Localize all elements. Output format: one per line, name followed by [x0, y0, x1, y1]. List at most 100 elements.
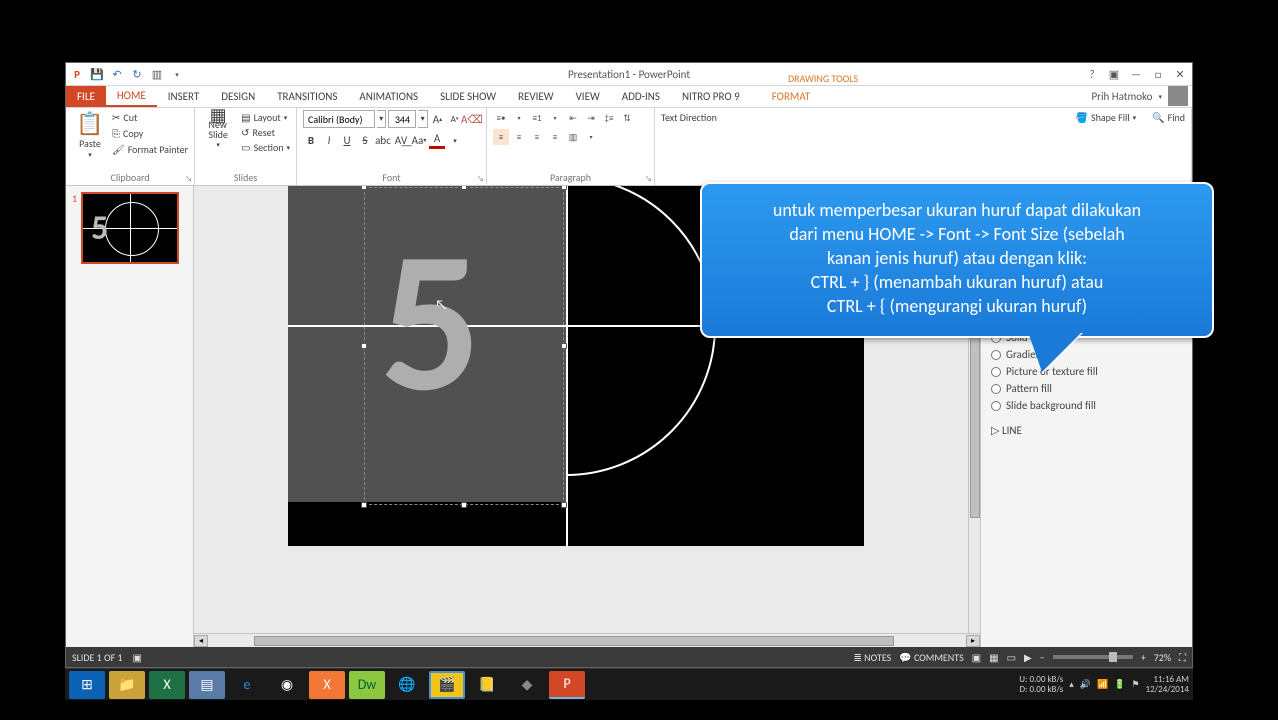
minimize-icon[interactable]: — — [1126, 65, 1146, 83]
bold-button[interactable]: B — [303, 131, 319, 149]
startfrombeginning-icon[interactable]: ▥ — [150, 67, 164, 81]
align-right-icon[interactable]: ≡ — [529, 129, 545, 145]
copy-button[interactable]: ⎘Copy — [112, 126, 188, 141]
grow-font-icon[interactable]: A▴ — [430, 110, 445, 128]
excel-icon[interactable]: X — [149, 671, 185, 699]
tab-review[interactable]: REVIEW — [507, 86, 565, 107]
resize-handle-w[interactable] — [361, 343, 367, 349]
app-icon-2[interactable]: ◆ — [509, 671, 545, 699]
new-slide-dropdown-icon[interactable]: ▾ — [216, 140, 220, 150]
reading-view-icon[interactable]: ▭ — [1007, 651, 1016, 664]
resize-handle-nw[interactable] — [361, 186, 367, 190]
align-left-icon[interactable]: ≡ — [493, 129, 509, 145]
tab-transitions[interactable]: TRANSITIONS — [266, 86, 348, 107]
tab-view[interactable]: VIEW — [565, 86, 611, 107]
explorer-icon[interactable]: 📁 — [109, 671, 145, 699]
powerpoint-taskbar-icon[interactable]: P — [549, 671, 585, 699]
fill-option-pattern[interactable]: Pattern fill — [991, 380, 1182, 397]
numbering-dropdown-icon[interactable]: ▾ — [547, 110, 563, 126]
customize-qat-icon[interactable]: ▾ — [170, 67, 184, 81]
find-button[interactable]: 🔍Find — [1152, 110, 1185, 125]
align-center-icon[interactable]: ≡ — [511, 129, 527, 145]
scroll-right-icon[interactable]: ▸ — [966, 635, 980, 647]
volume-icon[interactable]: 🔊 — [1080, 679, 1091, 690]
character-spacing-icon[interactable]: A͟V — [393, 131, 409, 149]
new-slide-button[interactable]: ▦ New Slide ▾ — [201, 110, 235, 150]
paste-dropdown-icon[interactable]: ▾ — [88, 150, 92, 159]
section-button[interactable]: ▭Section▾ — [241, 140, 290, 155]
tab-slideshow[interactable]: SLIDE SHOW — [429, 86, 507, 107]
battery-icon[interactable]: 🔋 — [1114, 679, 1125, 690]
resize-handle-se[interactable] — [561, 502, 567, 508]
spellcheck-icon[interactable]: ▣ — [133, 651, 142, 664]
shrink-font-icon[interactable]: A▾ — [447, 110, 462, 128]
underline-button[interactable]: U — [339, 131, 355, 149]
close-icon[interactable]: ✕ — [1170, 65, 1190, 83]
clear-formatting-icon[interactable]: A⌫ — [464, 110, 480, 128]
comments-button[interactable]: 💬 COMMENTS — [899, 651, 963, 664]
text-direction-label[interactable]: Text Direction — [661, 110, 717, 125]
resize-handle-ne[interactable] — [561, 186, 567, 190]
clock[interactable]: 11:16 AM 12/24/2014 — [1146, 675, 1189, 695]
zoom-in-icon[interactable]: + — [1141, 651, 1146, 664]
sorter-view-icon[interactable]: ▦ — [989, 651, 998, 664]
resize-handle-sw[interactable] — [361, 502, 367, 508]
paste-button[interactable]: 📋 Paste ▾ — [72, 110, 108, 159]
save-icon[interactable]: 💾 — [90, 67, 104, 81]
font-name-input[interactable] — [303, 110, 375, 128]
fit-to-window-icon[interactable]: ⛶ — [1179, 651, 1186, 664]
avatar[interactable] — [1168, 86, 1188, 106]
tab-addins[interactable]: ADD-INS — [611, 86, 671, 107]
wifi-icon[interactable]: 📶 — [1097, 679, 1108, 690]
font-size-input[interactable] — [388, 110, 416, 128]
slideshow-view-icon[interactable]: ▶ — [1024, 651, 1032, 664]
scroll-left-icon[interactable]: ◂ — [194, 635, 208, 647]
increase-indent-icon[interactable]: ⇥ — [583, 110, 599, 126]
fill-option-picture[interactable]: Picture or texture fill — [991, 363, 1182, 380]
googleearth-icon[interactable]: 🌐 — [389, 671, 425, 699]
cut-button[interactable]: ✂Cut — [112, 110, 188, 125]
ie-icon[interactable]: e — [229, 671, 265, 699]
fill-option-gradient[interactable]: Gradient fill — [991, 346, 1182, 363]
resize-handle-e[interactable] — [561, 343, 567, 349]
change-case-icon[interactable]: Aa▾ — [411, 131, 427, 149]
bullets-icon[interactable]: ≡• — [493, 110, 509, 126]
chrome-icon[interactable]: ◉ — [269, 671, 305, 699]
zoom-out-icon[interactable]: − — [1040, 651, 1045, 664]
text-direction-button[interactable]: ⇅ — [619, 110, 635, 126]
thumbnail-1[interactable]: 1 5 — [72, 192, 187, 264]
tab-nitro[interactable]: NITRO PRO 9 — [671, 86, 751, 107]
font-name-dropdown-icon[interactable]: ▾ — [377, 110, 386, 128]
line-section-header[interactable]: ▷ LINE — [991, 424, 1182, 437]
line-spacing-icon[interactable]: ‡≡ — [601, 110, 617, 126]
selection-box[interactable] — [364, 187, 564, 505]
italic-button[interactable]: I — [321, 131, 337, 149]
action-center-icon[interactable]: ⚑ — [1131, 679, 1139, 690]
numbering-icon[interactable]: ≡1 — [529, 110, 545, 126]
font-size-dropdown-icon[interactable]: ▾ — [418, 110, 427, 128]
stickynotes-icon[interactable]: 📒 — [469, 671, 505, 699]
format-painter-button[interactable]: 🖌Format Painter — [112, 142, 188, 157]
font-color-dropdown-icon[interactable]: ▾ — [447, 131, 463, 149]
tab-animations[interactable]: ANIMATIONS — [348, 86, 429, 107]
normal-view-icon[interactable]: ▣ — [972, 651, 981, 664]
justify-icon[interactable]: ≡ — [547, 129, 563, 145]
notes-button[interactable]: ≣ NOTES — [854, 651, 892, 664]
zoom-slider[interactable] — [1053, 655, 1133, 659]
undo-icon[interactable]: ↶ — [110, 67, 124, 81]
zoom-value[interactable]: 72% — [1154, 651, 1171, 664]
xampp-icon[interactable]: X — [309, 671, 345, 699]
shape-fill-button[interactable]: 🪣Shape Fill▾ — [1076, 110, 1137, 125]
columns-icon[interactable]: ▥ — [565, 129, 581, 145]
shadow-button[interactable]: abc — [375, 131, 391, 149]
decrease-indent-icon[interactable]: ⇤ — [565, 110, 581, 126]
maximize-icon[interactable]: □ — [1148, 65, 1168, 83]
strikethrough-button[interactable]: S — [357, 131, 373, 149]
resize-handle-s[interactable] — [461, 502, 467, 508]
font-color-icon[interactable]: A — [429, 131, 445, 149]
tray-expand-icon[interactable]: ▴ — [1069, 679, 1074, 690]
tab-home[interactable]: HOME — [106, 86, 157, 107]
horizontal-scrollbar[interactable]: ◂ ▸ — [194, 633, 980, 647]
user-dropdown-icon[interactable]: ▾ — [1158, 92, 1162, 101]
app-icon-1[interactable]: ▤ — [189, 671, 225, 699]
